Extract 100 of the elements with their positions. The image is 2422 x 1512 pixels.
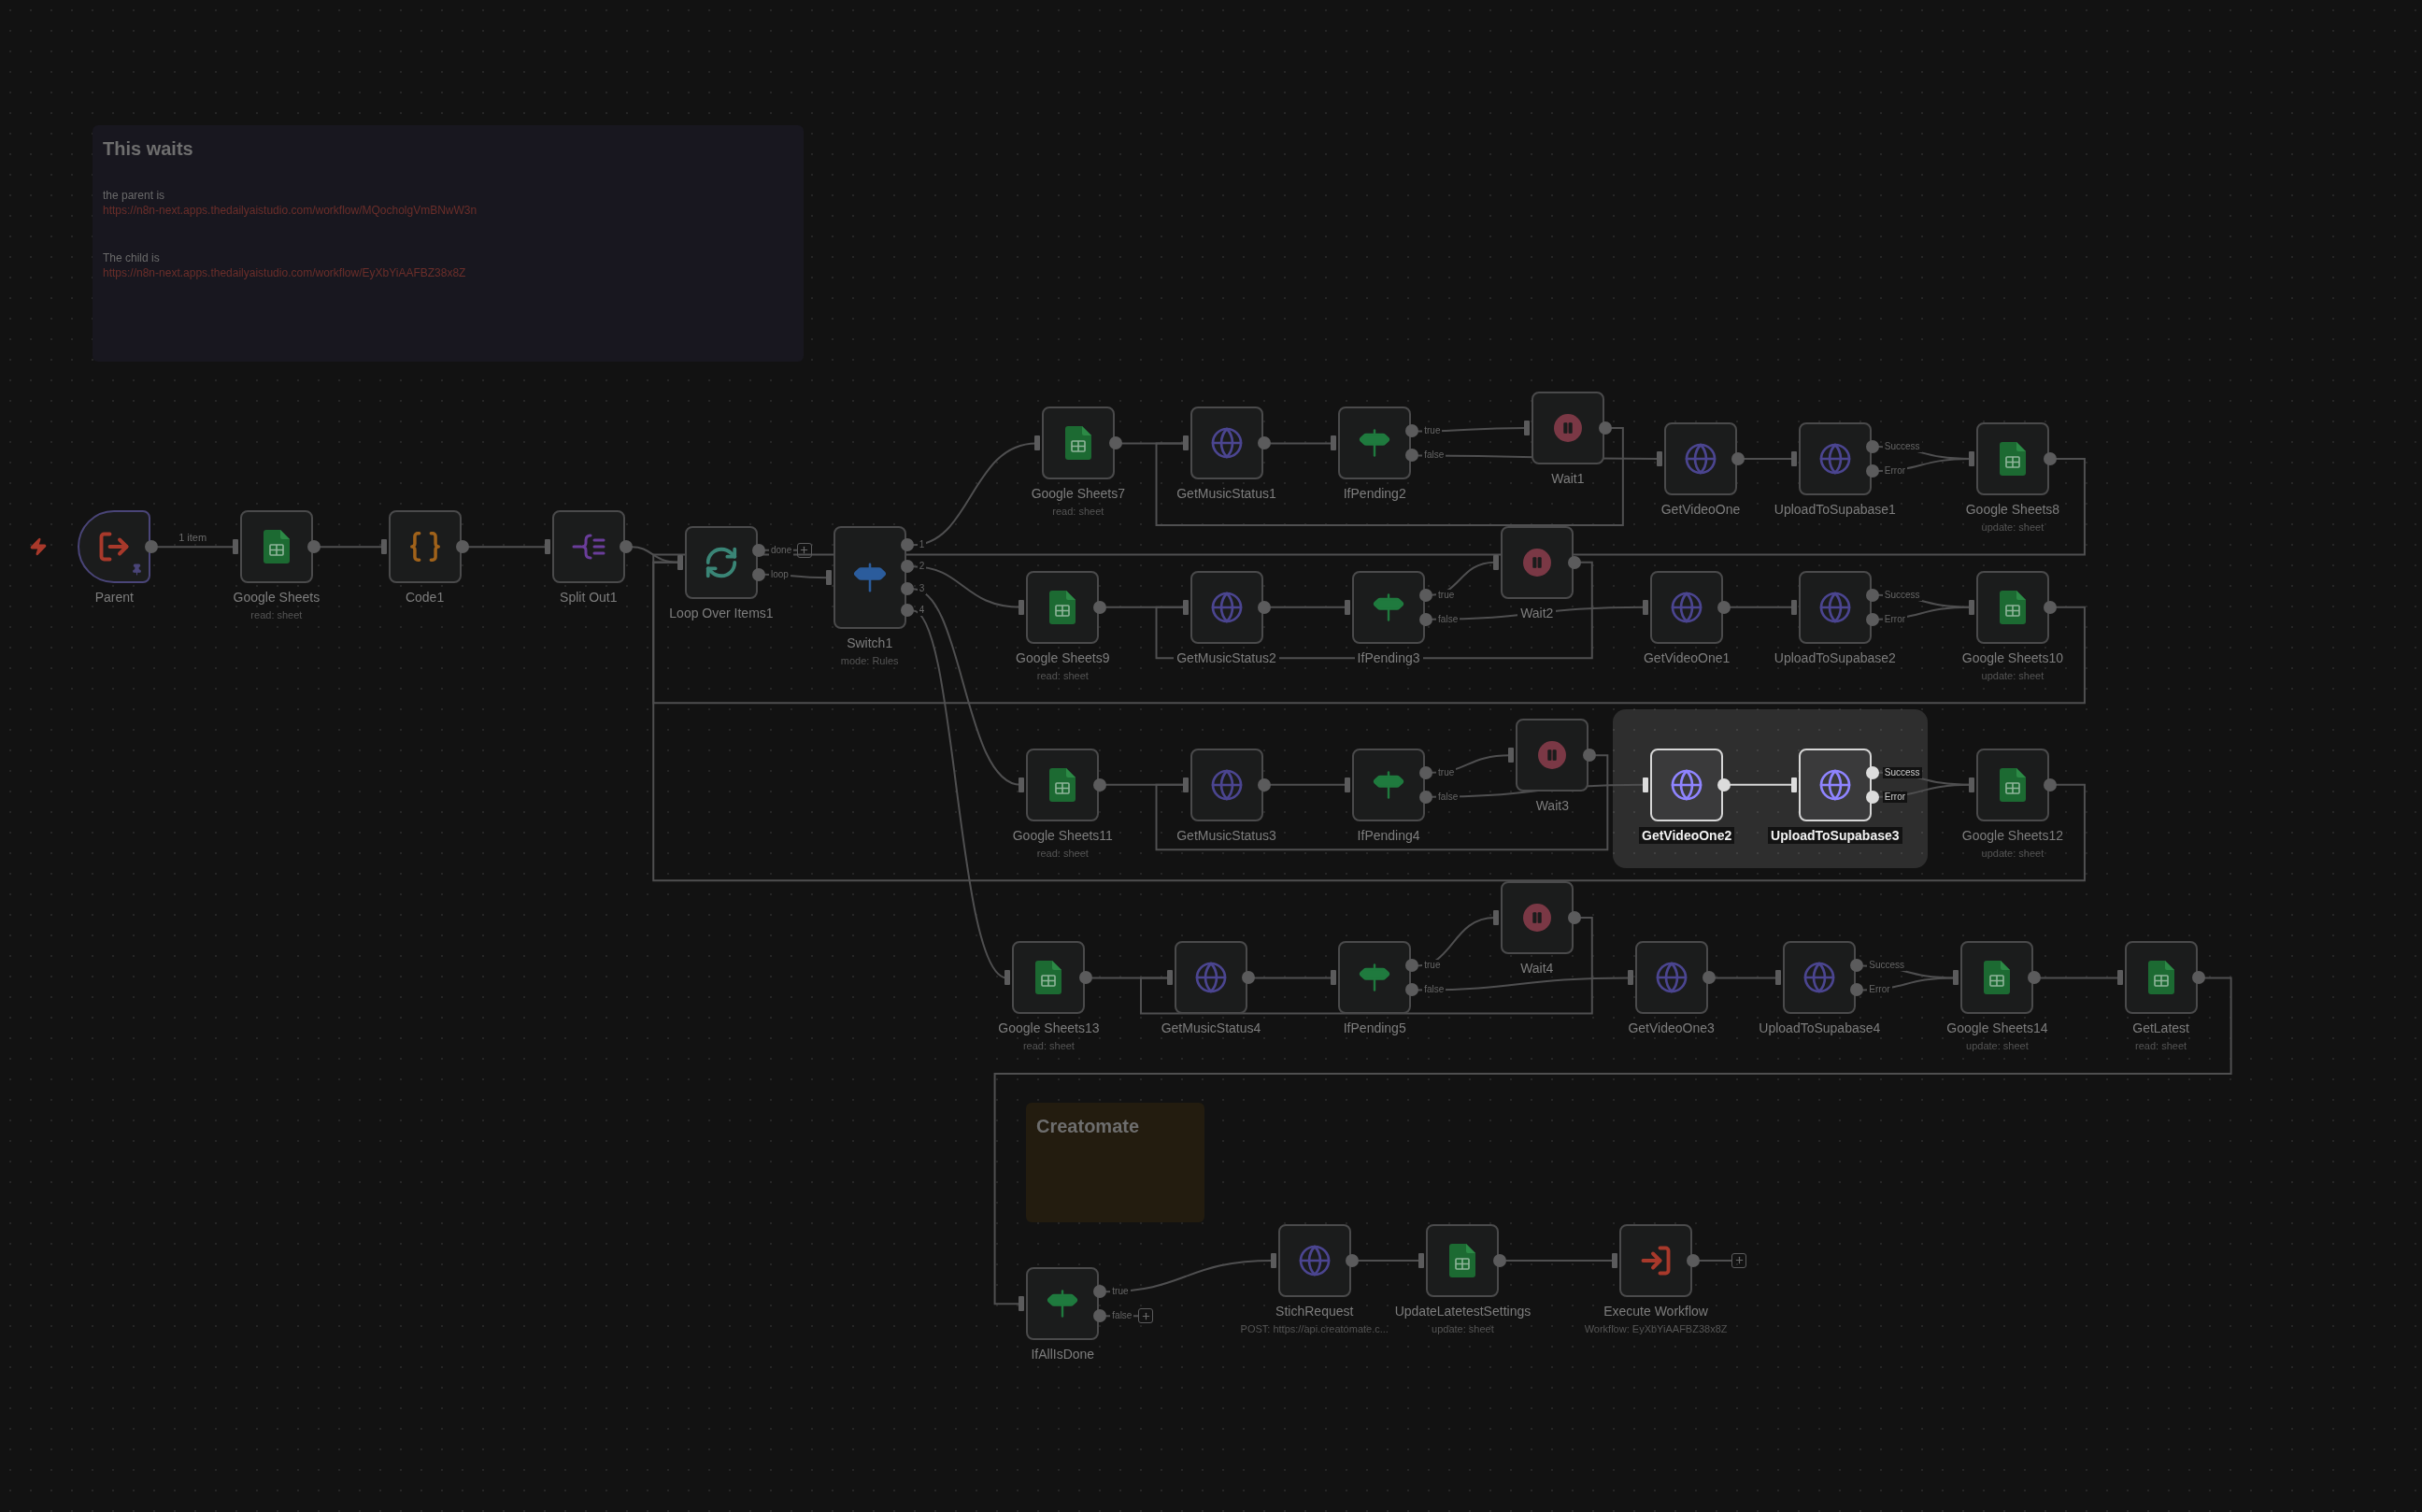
workflow-node[interactable] [239, 510, 313, 584]
workflow-node[interactable] [551, 510, 625, 584]
input-handle[interactable] [1019, 1296, 1025, 1312]
workflow-node[interactable] [1026, 1267, 1100, 1341]
output-handle[interactable] [1419, 588, 1433, 602]
workflow-node[interactable] [1012, 941, 1086, 1015]
output-handle[interactable] [1405, 983, 1419, 997]
input-handle[interactable] [1004, 970, 1011, 986]
input-handle[interactable] [1033, 435, 1040, 451]
workflow-node[interactable] [1277, 1223, 1351, 1297]
output-handle[interactable] [1405, 449, 1419, 463]
workflow-node[interactable] [1026, 748, 1100, 821]
workflow-node[interactable] [1975, 570, 2049, 644]
output-handle[interactable] [1093, 600, 1107, 614]
input-handle[interactable] [1182, 599, 1189, 615]
workflow-node[interactable] [1352, 570, 1426, 644]
input-handle[interactable] [1492, 909, 1499, 925]
input-handle[interactable] [1775, 970, 1782, 986]
input-handle[interactable] [1643, 599, 1649, 615]
workflow-node[interactable] [833, 526, 906, 630]
input-handle[interactable] [1331, 970, 1337, 986]
sticky-note[interactable]: This waits the parent is https://n8n-next.apps.thedailyaistudio.com/workflow/MQocholgVmBNwW3n The child is https://n8n-next.apps.thedailyaistudio.com/workflow/EyXbYiAAFBZ38x8Z [93, 125, 804, 362]
workflow-node[interactable] [1798, 570, 1872, 644]
output-handle[interactable] [1093, 1309, 1107, 1323]
workflow-node[interactable] [1041, 407, 1115, 480]
input-handle[interactable] [1968, 450, 1974, 466]
workflow-node[interactable] [1664, 421, 1737, 495]
output-handle[interactable] [1419, 612, 1433, 626]
input-handle[interactable] [1953, 970, 1959, 986]
input-handle[interactable] [1182, 777, 1189, 792]
input-handle[interactable] [1182, 435, 1189, 451]
workflow-node[interactable] [2124, 941, 2198, 1015]
input-handle[interactable] [1523, 420, 1530, 435]
output-handle[interactable] [1850, 959, 1864, 973]
input-handle[interactable] [1270, 1252, 1276, 1268]
workflow-node[interactable] [1026, 570, 1100, 644]
output-handle[interactable] [1242, 971, 1255, 985]
output-handle[interactable] [1079, 971, 1093, 985]
workflow-node[interactable] [1338, 407, 1412, 480]
workflow-link[interactable]: https://n8n-next.apps.thedailyaistudio.com/workflow/EyXbYiAAFBZ38x8Z [103, 265, 793, 280]
workflow-node[interactable] [1500, 525, 1574, 599]
output-handle[interactable] [1687, 1253, 1701, 1267]
output-handle[interactable] [1405, 424, 1419, 438]
input-handle[interactable] [1968, 599, 1974, 615]
input-handle[interactable] [1508, 748, 1515, 763]
workflow-node[interactable] [1798, 421, 1872, 495]
workflow-node[interactable] [684, 525, 758, 599]
input-handle[interactable] [1790, 599, 1797, 615]
input-handle[interactable] [1627, 970, 1633, 986]
workflow-node[interactable] [1960, 941, 2034, 1015]
workflow-node[interactable] [78, 510, 151, 584]
input-handle[interactable] [825, 570, 832, 586]
output-handle[interactable] [1419, 765, 1433, 779]
input-handle[interactable] [1331, 435, 1337, 451]
workflow-node[interactable] [1190, 407, 1263, 480]
input-handle[interactable] [1968, 777, 1974, 792]
output-handle[interactable] [1717, 600, 1731, 614]
add-node-button[interactable] [1731, 1252, 1747, 1268]
add-node-button[interactable] [796, 542, 812, 558]
output-handle[interactable] [1093, 1285, 1107, 1299]
workflow-node[interactable] [1426, 1223, 1500, 1297]
workflow-node[interactable] [1650, 570, 1724, 644]
output-handle[interactable] [145, 540, 159, 554]
output-handle[interactable] [1419, 790, 1433, 804]
input-handle[interactable] [2116, 970, 2123, 986]
input-handle[interactable] [1657, 450, 1662, 466]
output-handle[interactable] [1731, 451, 1745, 465]
input-handle[interactable] [1790, 450, 1797, 466]
workflow-node[interactable] [1975, 748, 2049, 821]
workflow-node[interactable] [1190, 570, 1263, 644]
output-handle[interactable] [1405, 959, 1419, 973]
input-handle[interactable] [677, 554, 683, 570]
input-handle[interactable] [1019, 777, 1025, 792]
workflow-node[interactable] [1190, 748, 1263, 821]
input-handle[interactable] [1019, 599, 1025, 615]
workflow-node[interactable] [1531, 391, 1604, 464]
workflow-node[interactable] [1500, 880, 1574, 954]
input-handle[interactable] [1643, 777, 1649, 792]
output-handle[interactable] [1093, 777, 1107, 792]
output-handle[interactable] [1583, 749, 1597, 763]
add-node-button[interactable] [1138, 1308, 1154, 1324]
input-handle[interactable] [1492, 554, 1499, 570]
workflow-node[interactable] [1619, 1223, 1693, 1297]
input-handle[interactable] [1612, 1252, 1618, 1268]
workflow-node[interactable] [1175, 941, 1247, 1015]
output-handle[interactable] [1850, 983, 1864, 997]
input-handle[interactable] [1345, 777, 1351, 792]
workflow-node[interactable] [1634, 941, 1708, 1015]
output-handle[interactable] [1717, 777, 1731, 792]
output-handle[interactable] [1493, 1253, 1507, 1267]
workflow-node[interactable] [1516, 719, 1589, 792]
output-handle[interactable] [2028, 971, 2042, 985]
input-handle[interactable] [1418, 1252, 1425, 1268]
workflow-node[interactable] [1338, 941, 1412, 1015]
input-handle[interactable] [380, 539, 387, 555]
input-handle[interactable] [544, 539, 550, 555]
input-handle[interactable] [1167, 970, 1173, 986]
sticky-note[interactable]: Creatomate [1026, 1103, 1204, 1222]
workflow-link[interactable]: https://n8n-next.apps.thedailyaistudio.com/workflow/MQocholgVmBNwW3n [103, 203, 793, 218]
workflow-node[interactable] [1352, 748, 1426, 821]
